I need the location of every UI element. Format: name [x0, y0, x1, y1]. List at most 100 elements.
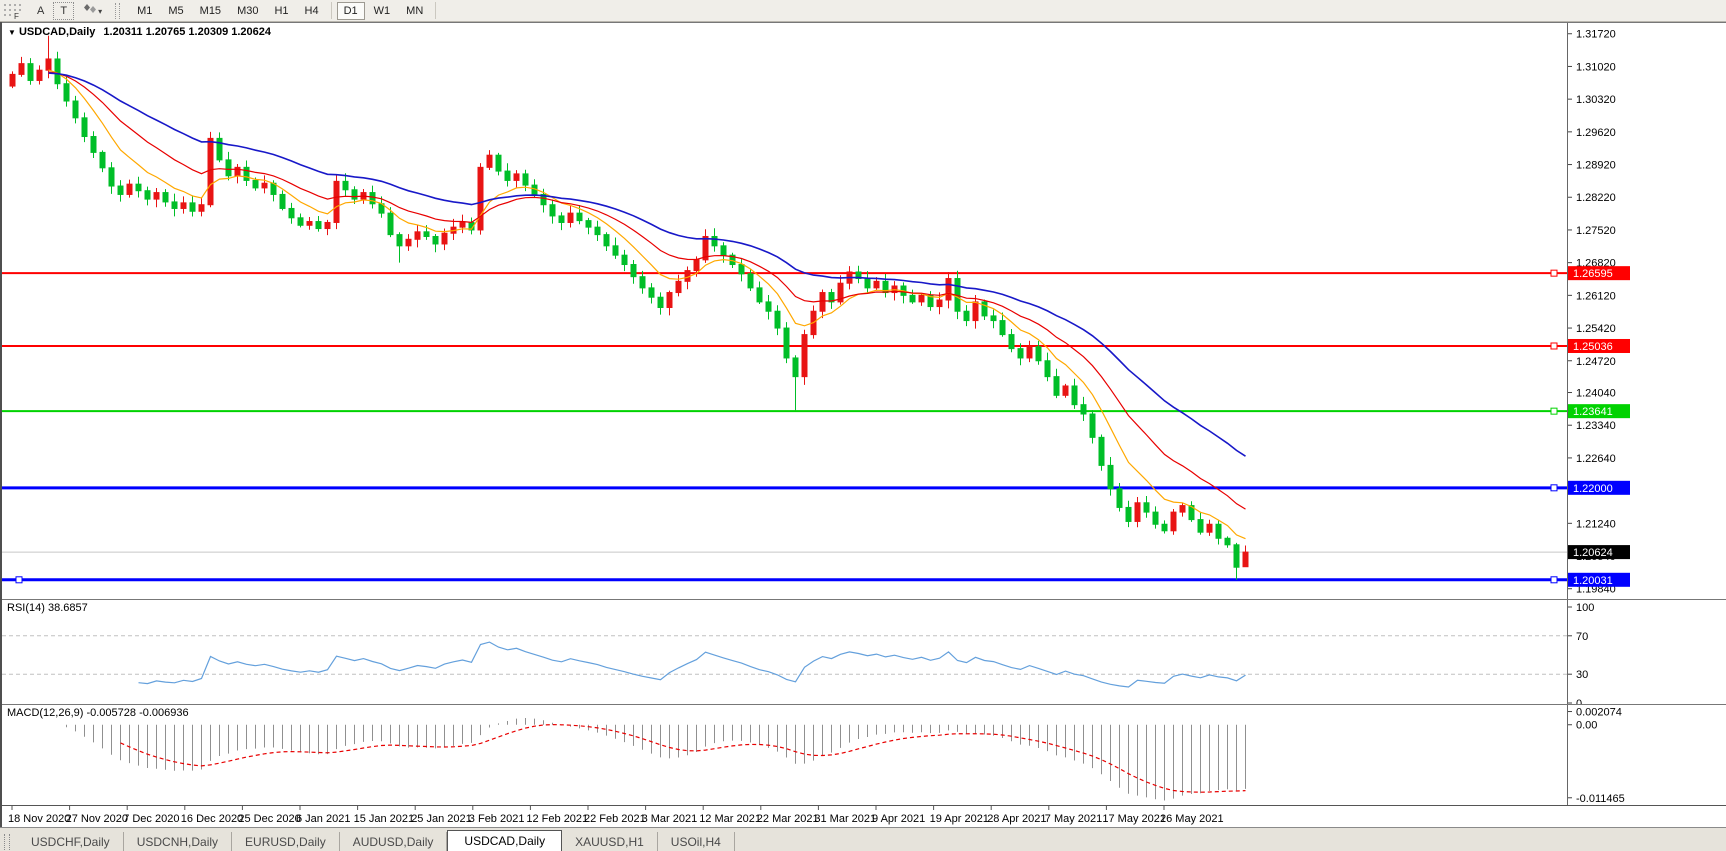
date-label: 26 May 2021: [1160, 813, 1224, 825]
candle: [126, 183, 133, 195]
price-tick-label: 1.21240: [1576, 518, 1616, 530]
hline-handle[interactable]: [1550, 269, 1558, 277]
tab-xauusd-h1[interactable]: XAUUSD,H1: [562, 832, 658, 851]
rsi-tick-label: 70: [1576, 631, 1588, 643]
candle: [549, 204, 556, 217]
tab-usdcnh-daily[interactable]: USDCNH,Daily: [124, 832, 233, 851]
chart-collapse-icon[interactable]: ▼: [8, 28, 16, 37]
tabbar-grip[interactable]: [4, 834, 10, 850]
price-tick-label: 1.29620: [1576, 127, 1616, 139]
candle: [1215, 523, 1222, 539]
timeframe-w1[interactable]: W1: [367, 2, 398, 20]
candle: [1080, 404, 1087, 415]
macd-tick-label: 0.002074: [1576, 707, 1622, 719]
candle: [666, 292, 673, 308]
hline-handle[interactable]: [1550, 342, 1558, 350]
macd-plot[interactable]: [2, 705, 1570, 805]
tab-usoil-h4[interactable]: USOil,H4: [658, 832, 735, 851]
macd-signal-line: [120, 723, 1246, 793]
price-tick-label: 1.25420: [1576, 323, 1616, 335]
timeframe-h4[interactable]: H4: [298, 2, 326, 20]
timeframe-d1[interactable]: D1: [336, 1, 365, 20]
candle: [1089, 413, 1096, 438]
candle: [189, 202, 196, 212]
candle: [585, 220, 592, 228]
chart-title: ▼ USDCAD,Daily 1.20311 1.20765 1.20309 1…: [8, 26, 271, 38]
price-badge-label: 1.26595: [1573, 268, 1613, 280]
candle: [558, 215, 565, 223]
toolbar-grip-icon[interactable]: F: [2, 2, 22, 20]
candle: [207, 137, 214, 206]
timeframe-group-grip[interactable]: [115, 2, 121, 19]
candle: [153, 192, 160, 200]
font-tool-button[interactable]: A: [30, 2, 51, 20]
hline-handle[interactable]: [1550, 484, 1558, 492]
candle: [288, 207, 295, 219]
timeframe-m5[interactable]: M5: [161, 2, 190, 20]
tab-eurusd-daily[interactable]: EURUSD,Daily: [232, 832, 340, 851]
candle: [693, 259, 700, 272]
candle: [423, 231, 430, 237]
price-chart-plot[interactable]: [2, 23, 1570, 599]
hline-handle[interactable]: [15, 576, 23, 584]
candle: [738, 264, 745, 275]
candle: [981, 301, 988, 317]
candle: [1035, 346, 1042, 362]
date-axis[interactable]: 18 Nov 202027 Nov 20207 Dec 2020 16 Dec 2…: [2, 806, 1726, 827]
candle: [792, 357, 799, 378]
date-label: 17 May 2021: [1102, 813, 1166, 825]
candle: [63, 83, 70, 102]
candle: [297, 217, 304, 226]
candle: [459, 221, 466, 228]
candle: [387, 212, 394, 236]
candle: [81, 117, 88, 138]
toolbar-divider: [435, 2, 437, 19]
candle: [414, 231, 421, 240]
candle: [405, 238, 412, 247]
macd-tick-label: -0.011465: [1576, 793, 1625, 805]
candle: [1116, 488, 1123, 508]
tab-usdchf-daily[interactable]: USDCHF,Daily: [18, 832, 124, 851]
timeframe-h1[interactable]: H1: [267, 2, 295, 20]
price-tick-label: 1.28220: [1576, 192, 1616, 204]
candle: [108, 167, 115, 187]
candle: [1053, 376, 1060, 396]
candle: [936, 299, 943, 308]
tab-audusd-daily[interactable]: AUDUSD,Daily: [340, 832, 448, 851]
chart-styles-button[interactable]: ▾: [76, 1, 109, 21]
candle: [486, 154, 493, 168]
dropdown-caret-icon: ▾: [98, 6, 103, 16]
date-label: 27 Nov 2020: [66, 813, 128, 825]
price-tick-label: 1.23340: [1576, 420, 1616, 432]
candle: [1206, 523, 1213, 533]
price-axis[interactable]: 1.31720 1.31020 1.30320 1.29620 1.28920 1.282…: [1567, 23, 1726, 599]
timeframe-mn[interactable]: MN: [399, 2, 430, 20]
hline-handle[interactable]: [1550, 407, 1558, 415]
timeframe-m30[interactable]: M30: [230, 2, 265, 20]
candle: [783, 327, 790, 359]
grip-f-label: F: [14, 12, 19, 20]
hline-handle[interactable]: [1550, 576, 1558, 584]
candle: [441, 232, 448, 245]
candle: [522, 173, 529, 186]
candle: [243, 166, 250, 181]
date-label: 25 Dec 2020: [238, 813, 300, 825]
candle: [315, 221, 322, 230]
candle: [801, 334, 808, 378]
timeframe-m15[interactable]: M15: [193, 2, 228, 20]
tab-usdcad-daily[interactable]: USDCAD,Daily: [447, 830, 563, 851]
macd-axis[interactable]: 0.0020740.00 -0.011465: [1567, 705, 1726, 805]
ma-line-fast: [48, 69, 1246, 540]
ma-line-mid: [48, 71, 1246, 510]
candle: [306, 221, 313, 226]
price-tick-label: 1.24720: [1576, 356, 1616, 368]
candle: [36, 69, 43, 81]
timeframe-m1[interactable]: M1: [130, 2, 159, 20]
rsi-plot[interactable]: [2, 600, 1570, 704]
candle: [1098, 436, 1105, 466]
macd-tick-label: 0.00: [1576, 720, 1597, 732]
candle: [657, 296, 664, 308]
rsi-axis[interactable]: 10070300: [1567, 600, 1726, 704]
rsi-tick-label: 100: [1576, 602, 1594, 614]
text-tool-button[interactable]: T: [53, 1, 75, 20]
